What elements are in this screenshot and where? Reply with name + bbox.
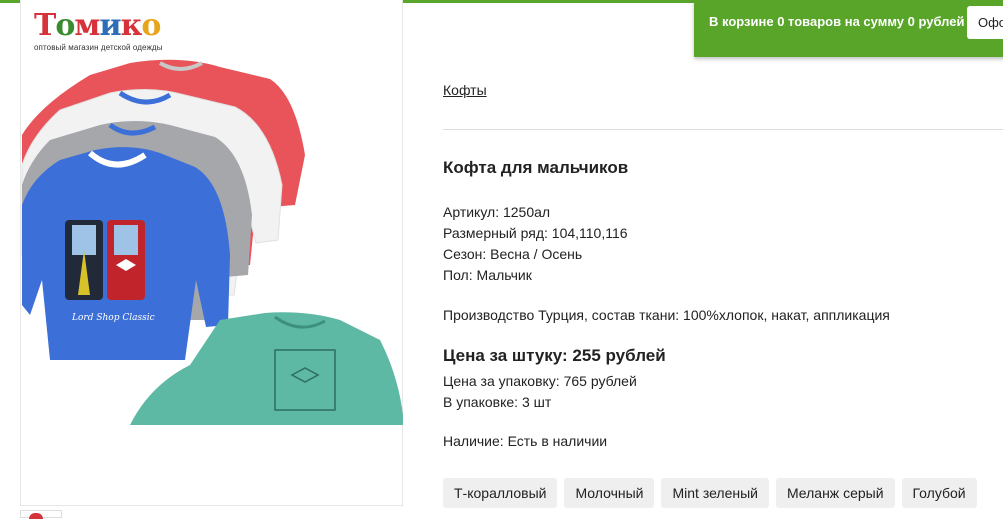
shirt-blue: Lord Shop Classic [22, 147, 230, 360]
product-photo[interactable]: Lord Shop Classic [20, 55, 403, 425]
color-options: Т-коралловый Молочный Мint зеленый Мелан… [443, 478, 977, 508]
color-option-coral[interactable]: Т-коралловый [443, 478, 558, 508]
pack-price: Цена за упаковку: 765 рублей [443, 373, 637, 389]
pack-count: В упаковке: 3 шт [443, 394, 552, 410]
product-thumbnail[interactable] [20, 510, 62, 519]
stock-status: Наличие: Есть в наличии [443, 433, 608, 449]
shirt-print-caption: Lord Shop Classic [71, 313, 155, 323]
product-title: Кофта для мальчиков [443, 158, 629, 177]
pack-price-block: Цена за упаковку: 765 рублей В упаковке:… [443, 371, 637, 413]
unit-price: Цена за штуку: 255 рублей [443, 346, 666, 365]
color-option-melange-grey[interactable]: Меланж серый [775, 478, 895, 508]
cart-bar: В корзине 0 товаров на сумму 0 рублей Оф… [694, 0, 1003, 57]
product-specs: Артикул: 1250ал Размерный ряд: 104,110,1… [443, 202, 628, 286]
checkout-button[interactable]: Оформить [967, 6, 1003, 39]
breadcrumb-link[interactable]: Кофты [443, 82, 487, 98]
spec-season: Сезон: Весна / Осень [443, 246, 583, 262]
spec-article: Артикул: 1250ал [443, 204, 551, 220]
logo-tagline: оптовый магазин детской одежды [34, 43, 163, 52]
site-logo[interactable]: Томико оптовый магазин детской одежды [34, 8, 163, 53]
color-option-mint-green[interactable]: Мint зеленый [661, 478, 769, 508]
cart-summary: В корзине 0 товаров на сумму 0 рублей [709, 14, 965, 29]
color-option-milk[interactable]: Молочный [564, 478, 655, 508]
logo-wordmark: Томико [34, 8, 161, 43]
spec-sizes: Размерный ряд: 104,110,116 [443, 225, 628, 241]
divider [443, 129, 1003, 130]
production-info: Производство Турция, состав ткани: 100%х… [443, 307, 890, 323]
color-option-light-blue[interactable]: Голубой [901, 478, 977, 508]
spec-gender: Пол: Мальчик [443, 267, 532, 283]
